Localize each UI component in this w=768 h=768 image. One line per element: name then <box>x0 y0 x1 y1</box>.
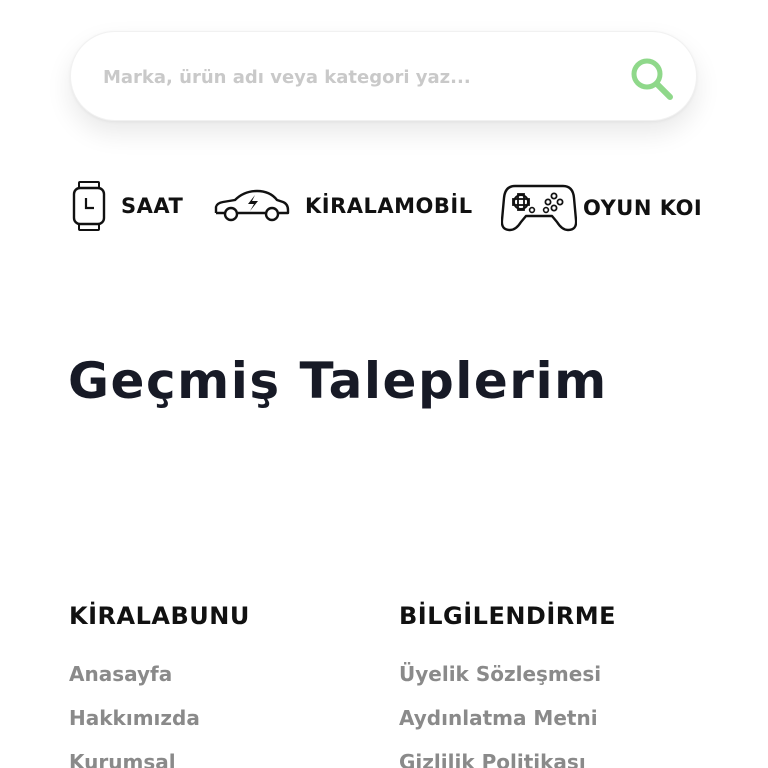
footer-links: Üyelik Sözleşmesi Aydınlatma Metni Gizli… <box>399 652 616 768</box>
footer-heading: KİRALABUNU <box>69 602 250 630</box>
electric-car-icon <box>214 189 290 222</box>
footer-link-anasayfa[interactable]: Anasayfa <box>69 652 250 696</box>
page: SAAT KİRALAMOBİL OYUN KOI Geçmiş Taleple… <box>0 0 768 768</box>
category-label: OYUN KOI <box>583 196 703 220</box>
footer-heading: BİLGİLENDİRME <box>399 602 617 630</box>
footer-links: Anasayfa Hakkımızda Kurumsal <box>69 652 250 768</box>
category-kiralamobil[interactable]: KİRALAMOBİL <box>213 186 473 226</box>
search-input[interactable] <box>101 54 625 100</box>
page-title: Geçmiş Taleplerim <box>68 352 608 410</box>
footer-link-gizlilik-politikasi[interactable]: Gizlilik Politikası <box>399 740 616 768</box>
footer-link-aydinlatma-metni[interactable]: Aydınlatma Metni <box>399 696 616 740</box>
footer-link-kurumsal[interactable]: Kurumsal <box>69 740 250 768</box>
footer-link-uyelik-sozlesmesi[interactable]: Üyelik Sözleşmesi <box>399 652 616 696</box>
watch-icon <box>72 181 106 231</box>
category-label: SAAT <box>121 194 184 218</box>
footer-column-kiralabunu: KİRALABUNU Anasayfa Hakkımızda Kurumsal <box>69 602 250 768</box>
footer-link-hakkimizda[interactable]: Hakkımızda <box>69 696 250 740</box>
category-label: KİRALAMOBİL <box>305 194 473 218</box>
search-icon[interactable] <box>627 54 677 104</box>
category-saat[interactable]: SAAT <box>71 180 183 232</box>
category-oyun-koi[interactable]: OYUN KOI <box>501 182 702 234</box>
footer-column-bilgilendirme: BİLGİLENDİRME Üyelik Sözleşmesi Aydınlat… <box>399 602 616 768</box>
gamepad-icon <box>501 184 577 232</box>
search-bar <box>70 31 697 121</box>
